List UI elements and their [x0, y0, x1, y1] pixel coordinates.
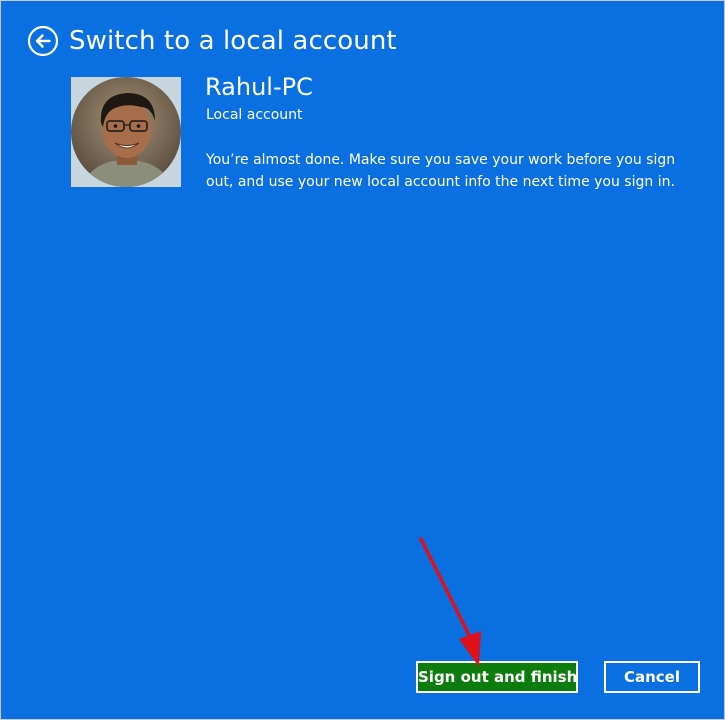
account-type-label: Local account — [206, 107, 303, 123]
local-account-dialog: Switch to a local account Rahul-PC Local… — [0, 0, 725, 720]
dialog-title: Switch to a local account — [69, 26, 397, 56]
cancel-button[interactable]: Cancel — [604, 661, 700, 693]
back-arrow-icon[interactable] — [27, 25, 59, 57]
sign-out-and-finish-button[interactable]: Sign out and finish — [416, 661, 578, 693]
red-arrow-annotation-icon — [419, 537, 481, 667]
user-avatar — [71, 77, 181, 187]
instruction-message: You’re almost done. Make sure you save y… — [206, 152, 676, 190]
user-photo-icon — [71, 77, 181, 187]
dialog-header: Switch to a local account — [27, 25, 397, 57]
account-name: Rahul-PC — [205, 73, 313, 101]
